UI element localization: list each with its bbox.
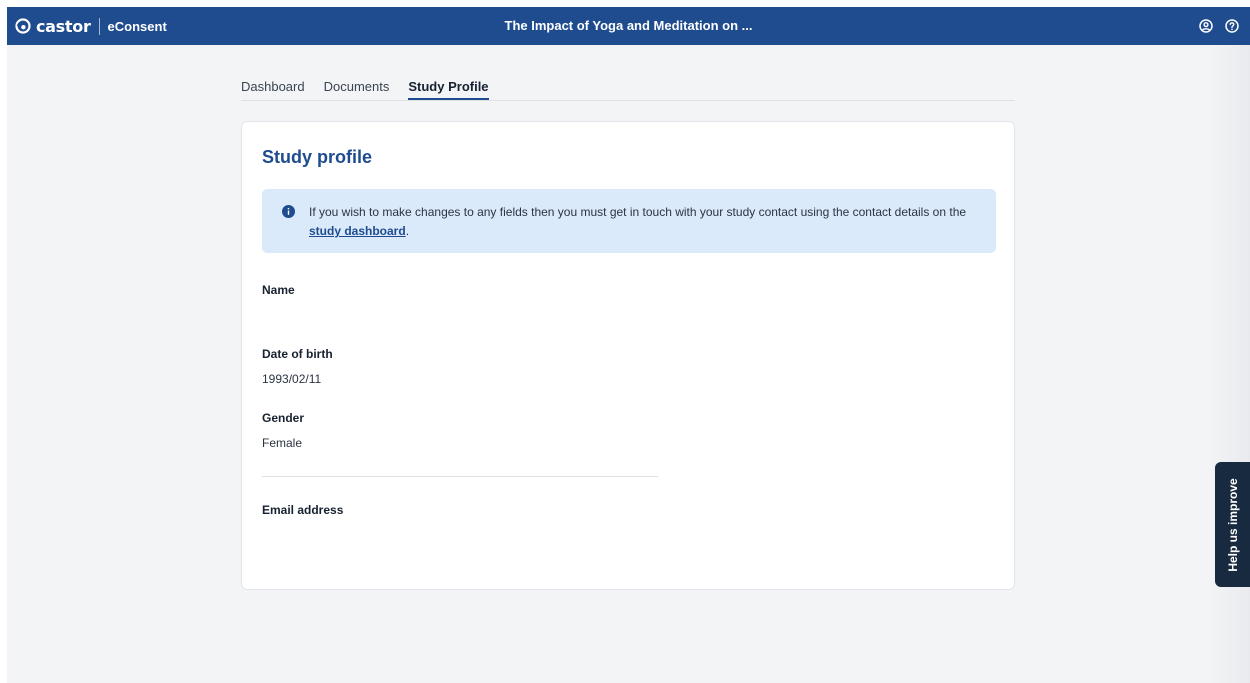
tab-dashboard[interactable]: Dashboard [241,79,305,100]
help-us-improve-label: Help us improve [1225,477,1240,572]
scroll-edge-shade [1207,45,1250,683]
name-label: Name [262,283,295,297]
brand[interactable]: castor eConsent [15,7,167,45]
product-name: eConsent [107,18,167,34]
study-title: The Impact of Yoga and Meditation on ... [504,18,753,33]
brand-separator [98,17,100,35]
top-navigation-bar: castor eConsent The Impact of Yoga and M… [7,7,1250,45]
email-address-label: Email address [262,503,344,517]
user-account-icon[interactable] [1198,18,1214,34]
info-message: If you wish to make changes to any field… [309,203,989,241]
page-title: Study profile [262,147,373,167]
help-icon[interactable] [1224,18,1240,34]
section-divider [262,476,658,477]
study-dashboard-link[interactable]: study dashboard [309,224,406,238]
help-us-improve-button[interactable]: Help us improve [1215,462,1250,587]
castor-logo-icon [15,18,31,34]
date-of-birth-label: Date of birth [262,347,333,361]
brand-name: castor [36,16,91,36]
gender-label: Gender [262,411,305,425]
app-frame: castor eConsent The Impact of Yoga and M… [7,7,1250,683]
gender-value: Female [262,436,303,450]
topbar-actions [1198,7,1240,45]
info-icon [282,205,295,218]
info-notice: If you wish to make changes to any field… [262,189,996,253]
info-text-end: . [405,224,410,238]
info-text: If you wish to make changes to any field… [309,205,967,219]
page-tabs: Dashboard Documents Study Profile [241,79,1015,101]
tab-documents[interactable]: Documents [324,79,390,100]
study-profile-card: Study profile If you wish to make change… [241,121,1015,590]
date-of-birth-value: 1993/02/11 [262,372,322,386]
tab-study-profile[interactable]: Study Profile [408,79,489,100]
